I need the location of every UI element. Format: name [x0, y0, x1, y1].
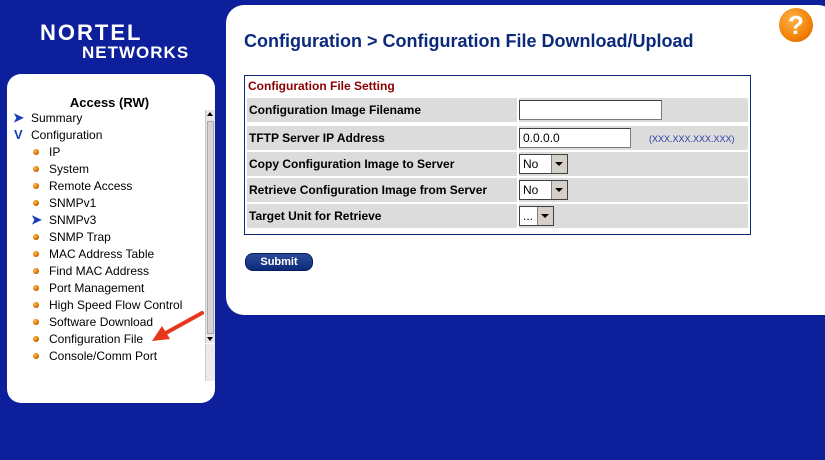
nav-item-label: Software Download	[49, 315, 154, 329]
scroll-up-arrow-icon[interactable]	[206, 110, 215, 119]
bullet-icon	[33, 336, 39, 342]
config-image-filename-input[interactable]	[519, 100, 662, 120]
row-config-image-filename: Configuration Image Filename	[247, 98, 748, 122]
select-value: No	[523, 183, 539, 197]
row-label: Configuration Image Filename	[249, 103, 422, 117]
ip-format-hint: (XXX.XXX.XXX.XXX)	[649, 134, 735, 144]
nav-item-label: Summary	[31, 111, 83, 125]
access-title: Access (RW)	[69, 95, 150, 110]
row-label: Retrieve Configuration Image from Server	[249, 183, 488, 197]
row-label: Target Unit for Retrieve	[249, 209, 382, 223]
nav-item-label: SNMP Trap	[49, 230, 111, 244]
retrieve-config-select[interactable]: No	[519, 180, 568, 200]
config-file-settings-table: Configuration File Setting Configuration…	[244, 75, 751, 235]
bullet-icon	[33, 353, 39, 359]
nav-item-label: Console/Comm Port	[49, 349, 158, 363]
bullet-icon	[33, 166, 39, 172]
row-tftp-server-ip: TFTP Server IP Address 0.0.0.0 (XXX.XXX.…	[247, 126, 748, 150]
bullet-icon	[33, 251, 39, 257]
row-value-cell: ...	[517, 204, 748, 228]
main-panel: Configuration > Configuration File Downl…	[226, 5, 825, 315]
bullet-icon	[33, 183, 39, 189]
row-value-cell: No	[517, 178, 748, 202]
bullet-icon	[33, 302, 39, 308]
bullet-icon	[33, 234, 39, 240]
bullet-icon	[33, 200, 39, 206]
bullet-icon	[33, 319, 39, 325]
chevron-right-icon: ➤	[13, 110, 24, 125]
sidebar: Access (RW) ➤ Summary V Configuration IP…	[7, 74, 215, 403]
row-target-unit: Target Unit for Retrieve ...	[247, 204, 748, 228]
scrollbar-track-lower[interactable]	[205, 344, 215, 381]
nav-item-label: IP	[49, 145, 61, 159]
nav-item-label: SNMPv1	[49, 196, 97, 210]
nav-item-label: Configuration	[31, 128, 103, 142]
select-value: ...	[523, 209, 534, 223]
target-unit-select[interactable]: ...	[519, 206, 554, 226]
section-title: Configuration File Setting	[248, 79, 395, 93]
scrollbar-thumb[interactable]	[207, 121, 214, 334]
row-label: Copy Configuration Image to Server	[249, 157, 455, 171]
submit-button[interactable]: Submit	[245, 253, 313, 271]
row-label: TFTP Server IP Address	[249, 131, 385, 145]
nav-item-label: Configuration File	[49, 332, 144, 346]
copy-config-select[interactable]: No	[519, 154, 568, 174]
bullet-icon	[33, 285, 39, 291]
tftp-server-ip-input[interactable]: 0.0.0.0	[519, 128, 631, 148]
nav-item-label: Port Management	[49, 281, 145, 295]
row-value-cell: 0.0.0.0 (XXX.XXX.XXX.XXX)	[517, 126, 748, 150]
chevron-down-icon[interactable]	[551, 155, 567, 173]
row-copy-config-to-server: Copy Configuration Image to Server No	[247, 152, 748, 176]
row-value-cell: No	[517, 152, 748, 176]
nav-item-label: Remote Access	[49, 179, 133, 193]
chevron-down-icon[interactable]	[537, 207, 553, 225]
page-title: Configuration > Configuration File Downl…	[244, 31, 694, 51]
help-icon[interactable]: ?	[779, 8, 813, 42]
chevron-down-icon: V	[14, 127, 23, 142]
row-retrieve-config-from-server: Retrieve Configuration Image from Server…	[247, 178, 748, 202]
logo-line2: NETWORKS	[82, 43, 190, 62]
nav-item-label: SNMPv3	[49, 213, 97, 227]
row-value-cell	[517, 98, 748, 122]
red-arrow-icon	[152, 311, 204, 341]
chevron-down-icon[interactable]	[551, 181, 567, 199]
chevron-right-icon: ➤	[31, 212, 42, 227]
bullet-icon	[33, 268, 39, 274]
nav-item-label: MAC Address Table	[49, 247, 155, 261]
nav-item-label: Find MAC Address	[49, 264, 150, 278]
sidebar-scrollbar[interactable]	[205, 110, 215, 343]
nav-item-label: System	[49, 162, 90, 176]
select-value: No	[523, 157, 539, 171]
logo-line1: NORTEL	[40, 20, 143, 45]
bullet-icon	[33, 149, 39, 155]
